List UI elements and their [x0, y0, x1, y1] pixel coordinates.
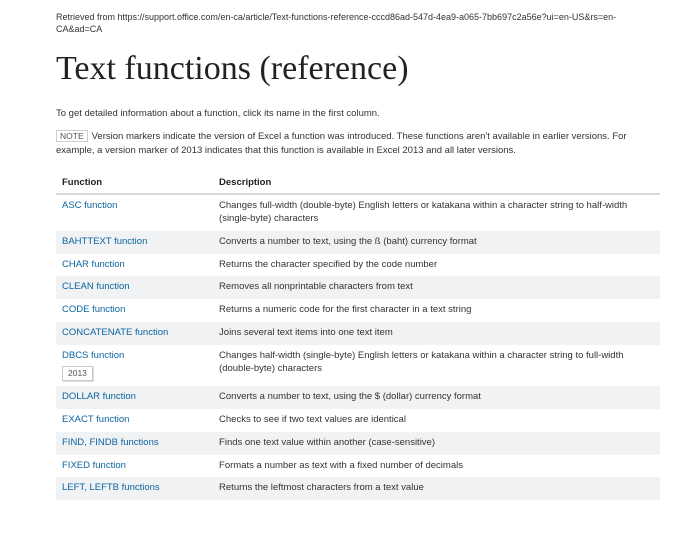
table-row: CHAR function Returns the character speci…	[56, 254, 660, 277]
function-cell: CODE function	[56, 299, 213, 322]
col-header-function: Function	[56, 172, 213, 194]
col-header-description: Description	[213, 172, 660, 194]
function-cell: LEFT, LEFTB functions	[56, 477, 213, 500]
function-link[interactable]: CHAR function	[62, 259, 125, 270]
function-cell: FIXED function	[56, 455, 213, 478]
note-text: Version markers indicate the version of …	[56, 131, 627, 156]
description-cell: Joins several text items into one text i…	[213, 322, 660, 345]
function-cell: CONCATENATE function	[56, 322, 213, 345]
description-cell: Converts a number to text, using the ß (…	[213, 231, 660, 254]
function-cell: EXACT function	[56, 409, 213, 432]
note-label: NOTE	[56, 130, 88, 142]
description-cell: Returns the leftmost characters from a t…	[213, 477, 660, 500]
function-link[interactable]: CODE function	[62, 304, 125, 315]
description-cell: Checks to see if two text values are ide…	[213, 409, 660, 432]
table-row: FIXED function Formats a number as text w…	[56, 455, 660, 478]
table-row: DBCS function 2013 Changes half-width (sin…	[56, 345, 660, 386]
function-cell: BAHTTEXT function	[56, 231, 213, 254]
table-row: CLEAN function Removes all nonprintable c…	[56, 276, 660, 299]
function-link[interactable]: FIND, FINDB functions	[62, 437, 159, 448]
description-cell: Removes all nonprintable characters from…	[213, 276, 660, 299]
function-link[interactable]: DOLLAR function	[62, 391, 136, 402]
table-row: FIND, FINDB functions Finds one text valu…	[56, 432, 660, 455]
description-cell: Returns the character specified by the c…	[213, 254, 660, 277]
page-title: Text functions (reference)	[56, 45, 660, 93]
function-link[interactable]: DBCS function	[62, 350, 124, 361]
description-cell: Changes full-width (double-byte) English…	[213, 194, 660, 231]
description-cell: Returns a numeric code for the first cha…	[213, 299, 660, 322]
function-link[interactable]: CONCATENATE function	[62, 327, 168, 338]
table-row: DOLLAR function Converts a number to text…	[56, 386, 660, 409]
table-row: BAHTTEXT function Converts a number to te…	[56, 231, 660, 254]
function-link[interactable]: ASC function	[62, 200, 117, 211]
table-row: EXACT function Checks to see if two text …	[56, 409, 660, 432]
function-link[interactable]: CLEAN function	[62, 281, 130, 292]
table-row: CODE function Returns a numeric code for …	[56, 299, 660, 322]
table-row: CONCATENATE function Joins several text i…	[56, 322, 660, 345]
function-cell: CLEAN function	[56, 276, 213, 299]
function-cell: DOLLAR function	[56, 386, 213, 409]
retrieved-line: Retrieved from https://support.office.co…	[56, 12, 660, 35]
table-row: LEFT, LEFTB functions Returns the leftmos…	[56, 477, 660, 500]
description-cell: Finds one text value within another (cas…	[213, 432, 660, 455]
functions-table: Function Description ASC function Changes…	[56, 172, 660, 500]
function-link[interactable]: LEFT, LEFTB functions	[62, 482, 160, 493]
description-cell: Changes half-width (single-byte) English…	[213, 345, 660, 386]
intro-text: To get detailed information about a func…	[56, 107, 660, 120]
version-marker: 2013	[62, 366, 93, 381]
function-cell: FIND, FINDB functions	[56, 432, 213, 455]
note-block: NOTEVersion markers indicate the version…	[56, 130, 660, 158]
function-link[interactable]: EXACT function	[62, 414, 129, 425]
table-row: ASC function Changes full-width (double-b…	[56, 194, 660, 231]
function-cell: ASC function	[56, 194, 213, 231]
description-cell: Formats a number as text with a fixed nu…	[213, 455, 660, 478]
function-cell: DBCS function 2013	[56, 345, 213, 386]
function-link[interactable]: BAHTTEXT function	[62, 236, 147, 247]
function-link[interactable]: FIXED function	[62, 460, 126, 471]
function-cell: CHAR function	[56, 254, 213, 277]
description-cell: Converts a number to text, using the $ (…	[213, 386, 660, 409]
